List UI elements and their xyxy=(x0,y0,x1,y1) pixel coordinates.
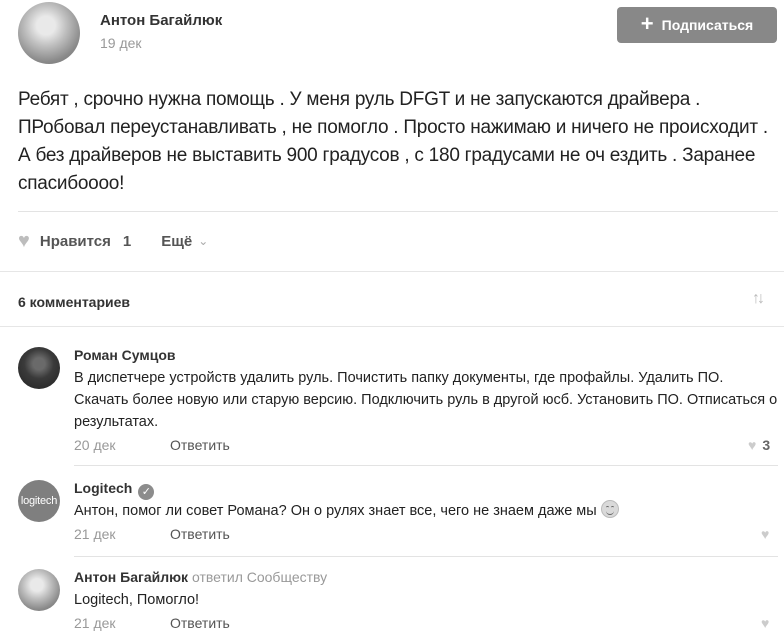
comment-avatar[interactable] xyxy=(18,569,60,611)
divider xyxy=(18,211,778,212)
more-button[interactable]: Ещё xyxy=(161,233,192,250)
reply-button[interactable]: Ответить xyxy=(170,615,230,631)
comment-author: Logitech ✓ xyxy=(74,480,155,500)
like-button[interactable]: Нравится xyxy=(40,233,111,250)
post-author-avatar[interactable] xyxy=(18,2,80,64)
reply-button[interactable]: Ответить xyxy=(170,437,230,453)
reply-to-label[interactable]: ответил Сообществу xyxy=(192,569,327,585)
chevron-down-icon[interactable]: ⌄ xyxy=(198,234,208,248)
comment-date[interactable]: 21 дек xyxy=(74,615,116,631)
divider xyxy=(0,326,784,327)
post-text: Ребят , срочно нужна помощь . У меня рул… xyxy=(18,89,768,194)
heart-icon: ♥ xyxy=(761,526,770,542)
divider xyxy=(0,271,784,272)
subscribe-button[interactable]: + Подписаться xyxy=(617,7,777,43)
plus-icon: + xyxy=(640,11,654,36)
comment-text: Logitech, Помогло! xyxy=(74,592,200,608)
comment-date[interactable]: 21 дек xyxy=(74,526,116,542)
reply-button[interactable]: Ответить xyxy=(170,526,230,542)
sort-icon[interactable]: ↑↓ xyxy=(752,290,765,308)
post-author-name[interactable]: Антон Багайлюк xyxy=(100,12,222,29)
comment-like-button[interactable]: ♥ xyxy=(761,526,769,542)
post-actions: ♥ Нравится 1 Ещё ⌄ xyxy=(18,229,208,253)
smiley-icon xyxy=(600,500,619,518)
comment-date[interactable]: 20 дек xyxy=(74,437,116,453)
comment-like-count: 3 xyxy=(762,437,771,453)
comment-author-name[interactable]: Logitech xyxy=(74,480,132,496)
comment-author-name[interactable]: Антон Багайлюк xyxy=(74,569,188,585)
verified-icon: ✓ xyxy=(138,483,155,500)
heart-icon[interactable]: ♥ xyxy=(18,230,30,253)
comment-like-button[interactable]: ♥ 3 xyxy=(748,437,770,453)
divider xyxy=(74,556,778,557)
comment-author[interactable]: Роман Сумцов xyxy=(74,347,176,363)
divider xyxy=(74,465,778,466)
post-date[interactable]: 19 дек xyxy=(100,35,142,51)
like-count[interactable]: 1 xyxy=(123,233,131,250)
comment-avatar[interactable] xyxy=(18,347,60,389)
comment-like-button[interactable]: ♥ xyxy=(761,615,769,631)
comments-count: 6 комментариев xyxy=(18,294,131,310)
comment-text: Антон, помог ли совет Романа? Он о рулях… xyxy=(74,500,780,522)
logitech-avatar[interactable]: logitech xyxy=(18,480,60,522)
heart-icon: ♥ xyxy=(748,437,757,453)
subscribe-label: Подписаться xyxy=(661,17,754,33)
logitech-avatar-text: logitech xyxy=(20,495,58,507)
heart-icon: ♥ xyxy=(761,615,770,631)
comment-author: Антон Багайлюк ответил Сообществу xyxy=(74,569,327,585)
comment-text: В диспетчере устройств удалить руль. Поч… xyxy=(74,370,778,430)
comment-text-body: Антон, помог ли совет Романа? Он о рулях… xyxy=(74,503,597,519)
